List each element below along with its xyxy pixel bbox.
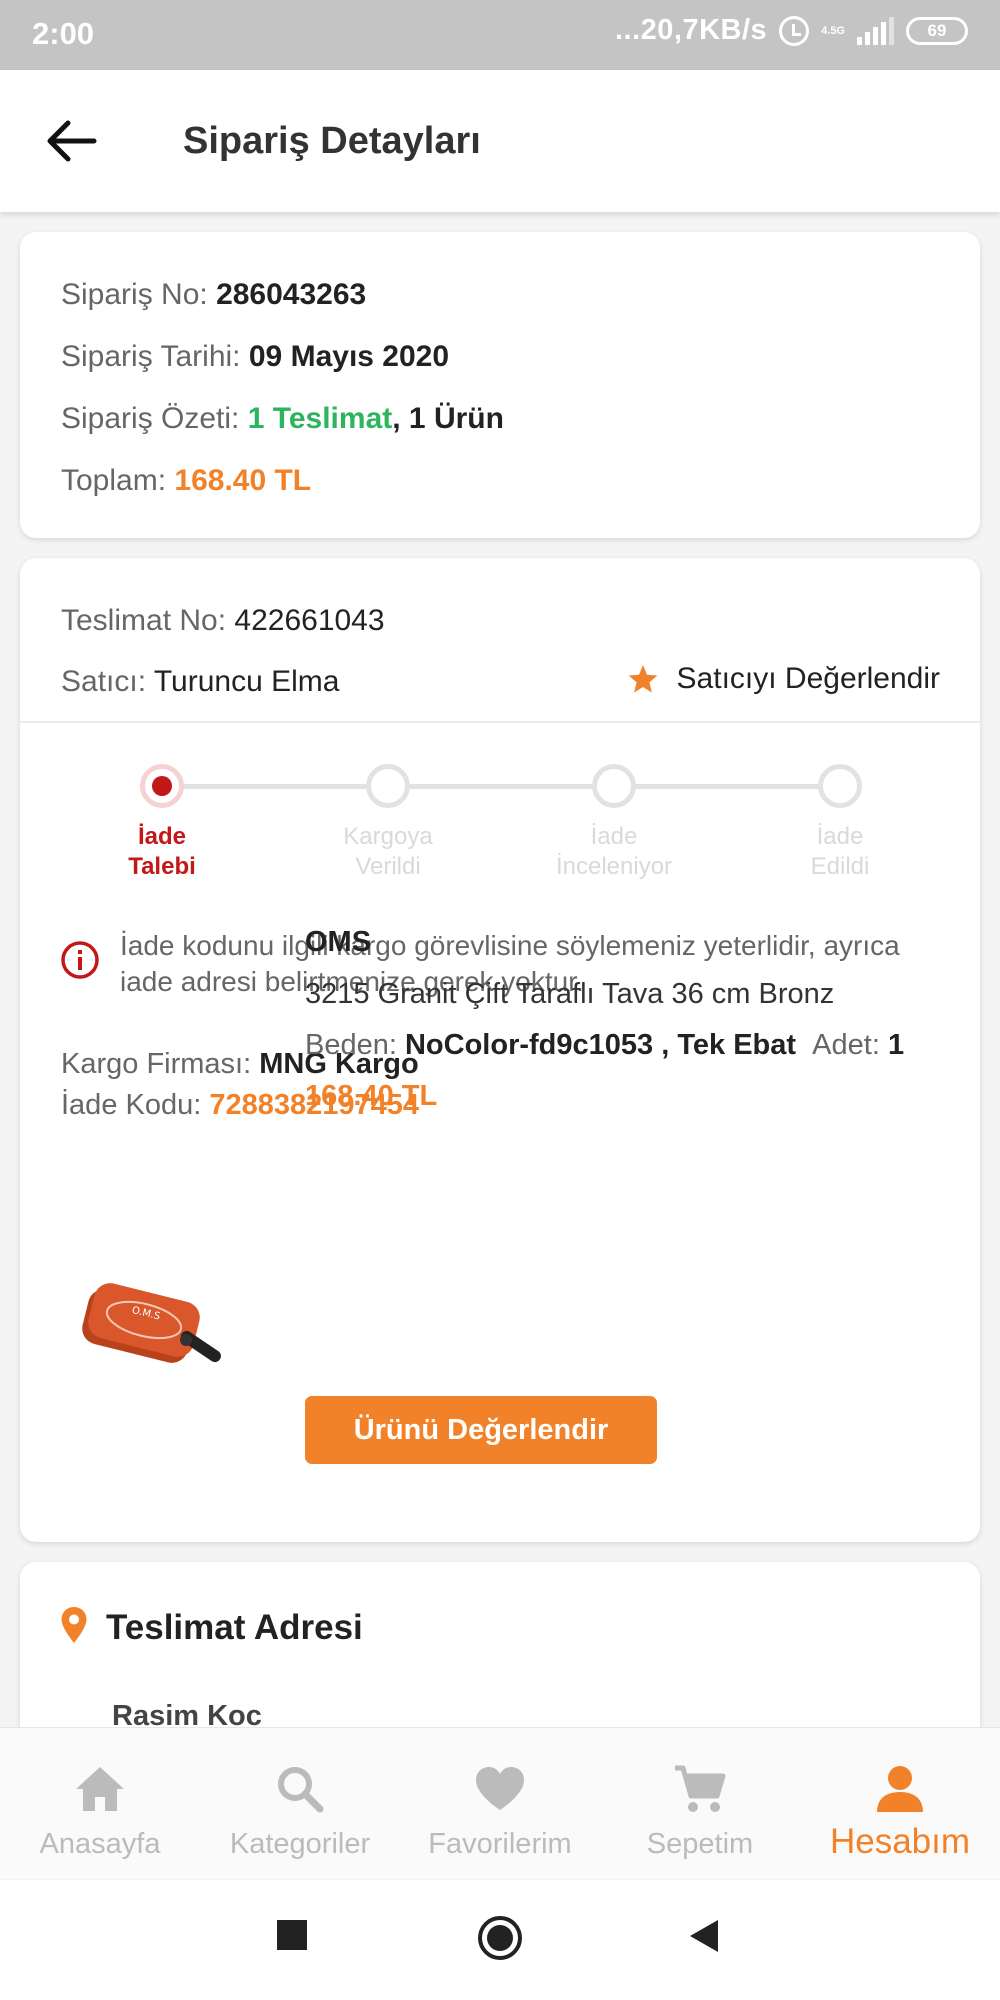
divider [20, 721, 980, 723]
size-label: Beden: [305, 1029, 397, 1061]
back-button[interactable] [42, 115, 100, 167]
rate-seller-label: Satıcıyı Değerlendir [676, 662, 940, 695]
product-price: 168.40 TL [305, 1080, 438, 1112]
heart-icon [476, 1767, 524, 1810]
order-total: 168.40 TL [174, 464, 312, 497]
quantity-label: Adet: [812, 1029, 880, 1061]
product-quantity: 1 [887, 1029, 905, 1061]
home-icon [76, 1767, 124, 1811]
order-summary-row: Sipariş Özeti: 1 Teslimat, 1 Ürün [61, 402, 504, 436]
nav-label: Anasayfa [39, 1828, 161, 1860]
arrow-left-icon [47, 120, 97, 162]
step-label-iade-inceleniyor: İade İnceleniyor [514, 822, 714, 882]
nav-item-sepetim[interactable]: Sepetim [600, 1728, 800, 1879]
product-brand: OMS [305, 926, 372, 958]
delivery-count: 1 Teslimat [247, 402, 393, 435]
status-time: 2:00 [32, 16, 95, 51]
product-name[interactable]: 3215 Granit Çift Taraflı Tava 36 cm Bron… [305, 978, 834, 1011]
order-number: 286043263 [216, 278, 367, 311]
order-date-label: Sipariş Tarihi: [61, 340, 241, 373]
product-size: NoColor-fd9c1053 , Tek Ebat [404, 1029, 797, 1061]
network-speed: ...20,7KB/s [614, 14, 768, 46]
delivery-number-label: Teslimat No: [61, 604, 227, 637]
cargo-company-label: Kargo Firması: [61, 1048, 252, 1080]
return-progress-stepper: İade Talebi Kargoya Verildi İade İncelen… [20, 758, 980, 888]
user-icon [877, 1766, 923, 1812]
rate-product-button[interactable]: Ürünü Değerlendir [305, 1396, 657, 1464]
step-label-line: İade [137, 823, 187, 850]
delivery-number: 422661043 [234, 604, 385, 637]
order-date: 09 Mayıs 2020 [248, 340, 450, 373]
nav-item-kategoriler[interactable]: Kategoriler [200, 1728, 400, 1879]
status-bar: 2:00 ...20,7KB/s 4.5G 69 [0, 0, 1000, 70]
order-summary-label: Sipariş Özeti: [61, 402, 240, 435]
status-indicators: ...20,7KB/s 4.5G 69 [615, 14, 968, 47]
battery-icon: 69 [906, 16, 968, 45]
step-label-line: İade [590, 823, 638, 850]
step-dot-iade-talebi [140, 764, 184, 808]
search-icon [278, 1767, 324, 1813]
seller-label: Satıcı: [61, 665, 147, 698]
bottom-navigation: Anasayfa Kategoriler Favorilerim Sepetim… [0, 1727, 1000, 1879]
signal-icon [857, 16, 894, 45]
rate-seller-button[interactable]: Satıcıyı Değerlendir [627, 662, 940, 696]
step-label-iade-talebi: İade Talebi [62, 822, 262, 882]
step-label-line: Kargoya [343, 823, 433, 850]
step-label-kargoya-verildi: Kargoya Verildi [288, 822, 488, 882]
product-image: O.M.S [82, 1283, 221, 1363]
step-label-iade-edildi: İade Edildi [740, 822, 940, 882]
info-icon [61, 941, 99, 979]
step-label-line: Edildi [810, 853, 870, 880]
alarm-icon [779, 15, 810, 46]
total-label: Toplam: [61, 464, 167, 497]
nav-item-anasayfa[interactable]: Anasayfa [0, 1728, 200, 1879]
nav-label: Hesabım [829, 1822, 971, 1861]
nav-label: Sepetim [646, 1828, 754, 1860]
order-number-row: Sipariş No: 286043263 [61, 278, 366, 312]
step-dot-kargoya-verildi [366, 764, 410, 808]
seller-row: Satıcı: Turuncu Elma [61, 665, 339, 699]
order-number-label: Sipariş No: [61, 278, 208, 311]
star-icon [628, 665, 657, 693]
return-code-label: İade Kodu: [61, 1089, 202, 1121]
step-dot-iade-edildi [818, 764, 862, 808]
step-dot-iade-inceleniyor [592, 764, 636, 808]
step-label-line: Verildi [355, 853, 421, 880]
delivery-number-row: Teslimat No: 422661043 [61, 604, 385, 638]
location-pin-icon [61, 1607, 87, 1643]
step-label-line: İnceleniyor [555, 853, 673, 880]
system-navigation-bar [0, 1880, 1000, 2000]
app-header: Sipariş Detayları [0, 70, 1000, 212]
delivery-card: Teslimat No: 422661043 Satıcı: Turuncu E… [20, 558, 980, 1542]
step-label-line: Talebi [128, 853, 196, 880]
step-label-line: İade [816, 823, 864, 850]
nav-item-favorilerim[interactable]: Favorilerim [400, 1728, 600, 1879]
recent-apps-icon[interactable] [275, 1918, 309, 1952]
step-connector [388, 784, 614, 789]
product-count: , 1 Ürün [392, 402, 504, 435]
step-connector [162, 784, 388, 789]
back-triangle-icon[interactable] [688, 1918, 720, 1954]
nav-label: Favorilerim [428, 1828, 572, 1860]
nav-label: Kategoriler [229, 1828, 371, 1860]
nav-item-hesabim[interactable]: Hesabım [800, 1728, 1000, 1879]
product-variant-row: Beden: NoColor-fd9c1053 , Tek Ebat Adet:… [305, 1029, 904, 1062]
home-button-icon[interactable] [476, 1914, 524, 1962]
order-total-row: Toplam: 168.40 TL [61, 464, 311, 498]
order-summary-card: Sipariş No: 286043263 Sipariş Tarihi: 09… [20, 232, 980, 538]
order-date-row: Sipariş Tarihi: 09 Mayıs 2020 [61, 340, 449, 374]
step-connector [614, 784, 840, 789]
page-title: Sipariş Detayları [183, 120, 481, 162]
cart-icon [675, 1765, 726, 1812]
address-title: Teslimat Adresi [106, 1608, 363, 1647]
seller-name: Turuncu Elma [153, 665, 340, 698]
network-type: 4.5G [821, 24, 845, 37]
